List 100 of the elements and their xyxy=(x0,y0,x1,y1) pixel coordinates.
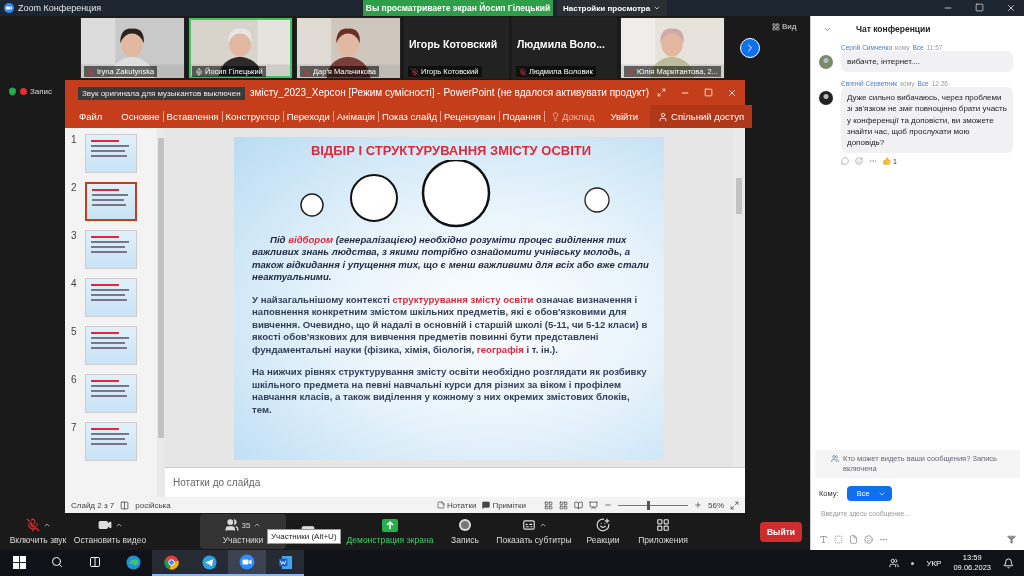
taskbar-button[interactable] xyxy=(152,550,190,576)
filter-icon[interactable] xyxy=(1007,535,1016,544)
slide-number: 1 xyxy=(71,134,78,145)
notes-field[interactable]: Нотатки до слайда xyxy=(165,467,745,497)
ribbon-tab[interactable]: Подання xyxy=(499,111,545,122)
sign-in-button[interactable]: Увійти xyxy=(604,110,645,123)
apps-icon xyxy=(656,518,670,532)
taskbar-button[interactable] xyxy=(266,550,304,576)
slide-paragraph: У найзагальнішому контексті структурування змісту освіти означає визначення і наповнення конкретним змістом шкільних предметів, які є обов'язковими для вивчення. Очевидно, що й надалі в основній і старшій школі (5-11, чи 5-12 класи) в якості обов'язкових для вивчення предметів повинні бути представлені фундаментальні науки (фізика, хімія, біологія, географія і т. ін.). xyxy=(252,293,649,357)
ribbon-tab[interactable]: Конструктор xyxy=(222,111,284,122)
slide-sorter-icon[interactable] xyxy=(559,500,568,510)
ribbon-display-icon[interactable] xyxy=(657,87,666,97)
ribbon-tab[interactable]: Переходи xyxy=(283,111,334,122)
record-dot-icon xyxy=(20,88,27,95)
avatar xyxy=(819,55,833,69)
scrollbar[interactable] xyxy=(157,128,165,497)
accessibility-icon[interactable] xyxy=(120,500,130,510)
lightbulb-icon xyxy=(550,112,560,121)
ribbon-tab[interactable]: Показ слайд xyxy=(378,111,442,122)
ribbon-tab[interactable]: Анімація xyxy=(333,111,379,122)
muted-mic-icon xyxy=(25,518,40,532)
next-page-button[interactable] xyxy=(740,38,760,58)
dot-icon xyxy=(911,561,915,565)
fit-to-window-icon[interactable] xyxy=(730,500,739,510)
slide-counter[interactable]: Слайд 2 з 7 xyxy=(71,500,115,510)
avatar xyxy=(819,91,833,106)
recording-indicator: Запис xyxy=(20,87,53,96)
slide-title: ВІДБІР І СТРУКТУРУВАННЯ ЗМІСТУ ОСВІТИ xyxy=(309,143,593,158)
participants-icon xyxy=(224,518,239,532)
ribbon-tab[interactable]: Вставлення xyxy=(163,111,223,122)
leave-button[interactable]: Выйти xyxy=(760,521,802,542)
window-title: Zoom Конференция xyxy=(18,3,102,13)
comments-button[interactable]: Примітки xyxy=(482,500,526,510)
emoji-icon[interactable] xyxy=(864,535,873,544)
caret-icon xyxy=(253,521,262,529)
grid-icon xyxy=(772,22,780,31)
edge-browser-icon[interactable] xyxy=(125,554,141,570)
zoom-logo-icon xyxy=(4,3,14,13)
slide-thumbnail[interactable] xyxy=(85,182,137,221)
share-button[interactable]: Спільний доступ xyxy=(650,105,753,128)
audio-tooltip: Звук оригинала для музыкантов выключен xyxy=(78,87,245,100)
reading-view-icon[interactable] xyxy=(574,500,583,510)
slideshow-icon[interactable] xyxy=(589,500,598,510)
notifications-icon[interactable] xyxy=(1003,557,1014,569)
mic-toolbar-button[interactable]: Включить звук xyxy=(6,514,70,549)
apps-toolbar-button[interactable]: Приложения xyxy=(628,514,698,549)
zoom-in-icon[interactable] xyxy=(694,501,702,509)
record-icon xyxy=(458,518,472,532)
view-settings-button[interactable]: Настройки просмотра xyxy=(557,0,667,16)
document-title: змісту_2023_Херсон [Режим сумісності] - PowerPoint (не вдалося активувати продукт) xyxy=(250,87,650,98)
taskbar-button[interactable] xyxy=(190,550,228,576)
slide-number: 6 xyxy=(71,374,78,385)
maximize-icon[interactable] xyxy=(975,3,984,12)
file-icon[interactable] xyxy=(849,535,858,544)
caret-icon xyxy=(538,521,547,529)
reactions-toolbar-button[interactable]: Реакции xyxy=(578,514,628,549)
ribbon-tab[interactable]: Файл xyxy=(75,111,119,122)
slide-paragraph: Під відбором (генералізацією) необхідно розуміти процес виділення тих важливих знань людства, з якими потрібно ознайомити учнівську молодь, а також відкидання і упущення тих, що є менш важливими для всіх або вже стали неактуальними. xyxy=(252,234,650,284)
caret-icon xyxy=(114,521,123,529)
view-button[interactable]: Вид xyxy=(772,22,797,31)
close-icon[interactable] xyxy=(727,87,737,98)
share-toolbar-button[interactable]: Демонстрация экрана xyxy=(340,514,440,549)
captions-toolbar-button[interactable]: Показать субтитры xyxy=(490,514,578,549)
participant-display-name: Людмила Воло... xyxy=(517,38,605,50)
search-icon[interactable] xyxy=(51,556,63,568)
notes-button[interactable]: Нотатки xyxy=(436,500,477,510)
word-document-icon[interactable] xyxy=(277,554,293,570)
normal-view-icon[interactable] xyxy=(544,500,553,510)
ribbon-tab[interactable]: Рецензуван xyxy=(441,111,500,122)
zoom-percent[interactable]: 56% xyxy=(708,500,724,510)
captions-icon xyxy=(521,518,536,532)
taskbar-button[interactable] xyxy=(228,550,266,576)
ribbon-tab[interactable]: Основне xyxy=(118,111,164,122)
close-icon[interactable] xyxy=(1006,3,1016,13)
telegram-icon[interactable] xyxy=(201,554,217,570)
slide-number: 5 xyxy=(71,326,78,337)
video-camera-icon xyxy=(97,518,112,532)
format-icon[interactable] xyxy=(819,535,828,544)
zoom-app-icon[interactable] xyxy=(239,554,255,570)
note-icon xyxy=(436,501,445,509)
language-indicator[interactable]: російська xyxy=(135,500,171,510)
video-toolbar-button[interactable]: Остановить видео xyxy=(70,514,150,549)
caret-icon xyxy=(42,521,51,529)
slide-number: 2 xyxy=(71,182,78,193)
slide-paragraph: На нижчих рівнях структурування змісту освіти необхідно розглядати як розбивку шкільного предмета на певні навчальні курси для різних за віком і профілем навчання класів, а також виділення у кожному з них окремих змістових блоків, тем. xyxy=(252,366,648,417)
keyboard-language[interactable]: УКР xyxy=(926,558,942,568)
participant-display-name: Игорь Котовский xyxy=(409,38,498,50)
slide-number: 3 xyxy=(71,230,78,241)
windows-start-icon[interactable] xyxy=(12,555,26,569)
task-view-icon[interactable] xyxy=(89,556,101,568)
smiley-plus-icon xyxy=(596,518,610,532)
chrome-browser-icon[interactable] xyxy=(163,554,179,570)
message-text: вибачте, інтернет.... xyxy=(841,51,1013,73)
slide-number: 4 xyxy=(71,278,78,289)
more-icon[interactable] xyxy=(879,535,888,544)
chevron-down-icon xyxy=(653,4,661,12)
record-toolbar-button[interactable]: Запись xyxy=(440,514,490,549)
comment-icon xyxy=(482,501,491,509)
screen-share-banner: Вы просматриваете экран Йосип Гілецький xyxy=(363,0,553,16)
people-icon[interactable] xyxy=(889,558,900,568)
